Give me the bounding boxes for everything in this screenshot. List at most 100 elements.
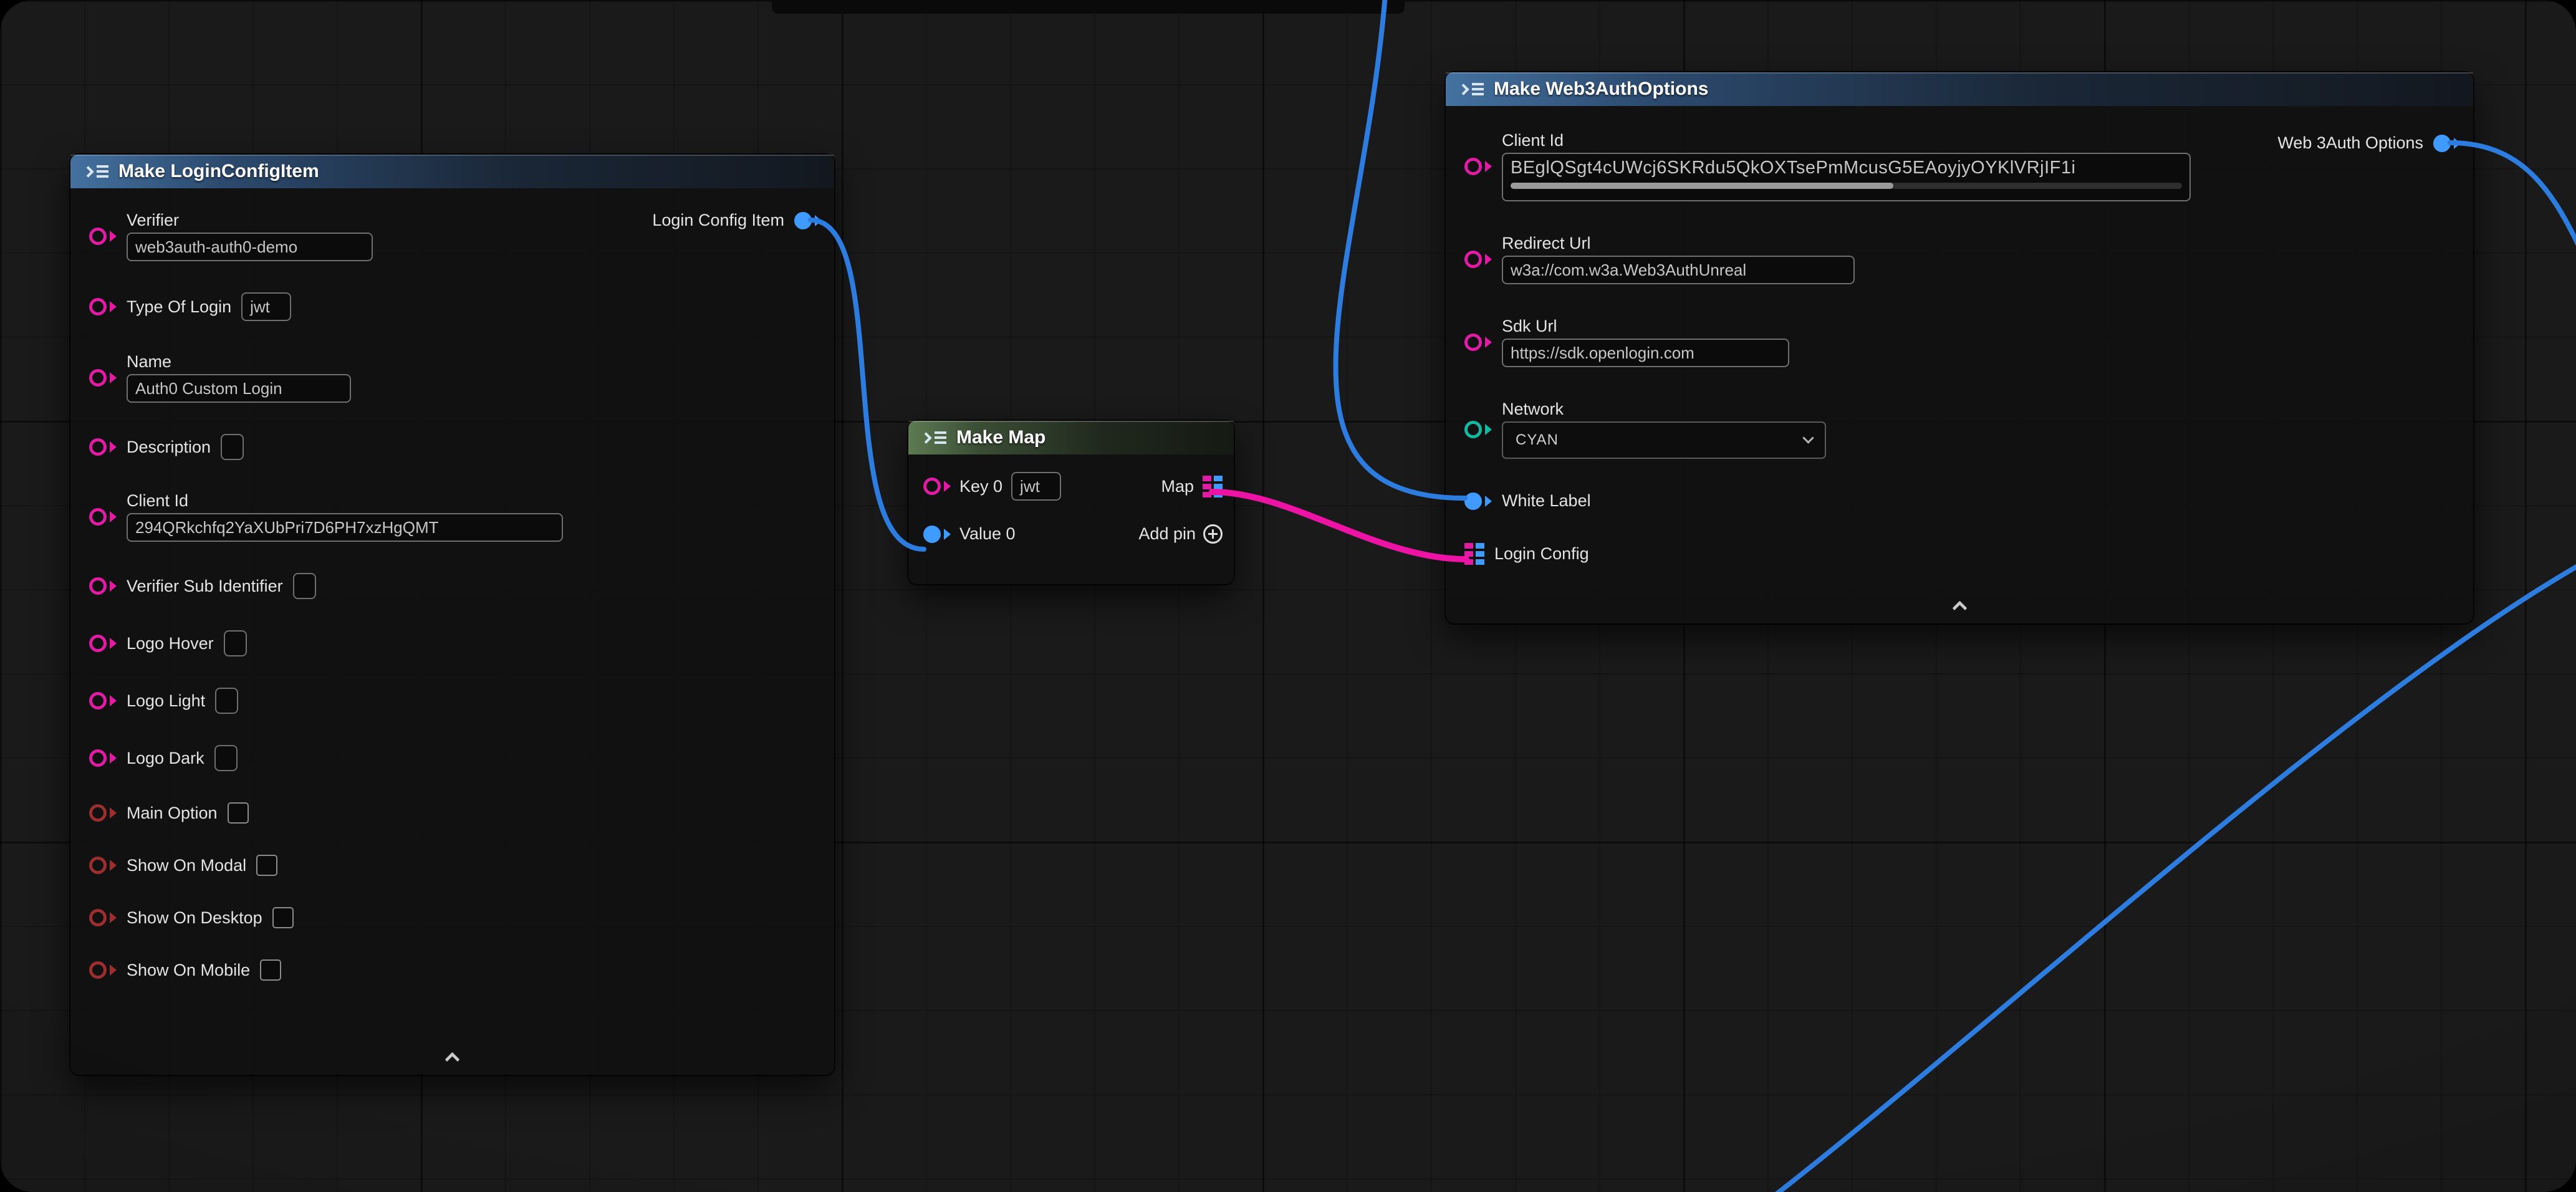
logo-light-input[interactable]: [215, 688, 238, 714]
pin-label: Verifier Sub Identifier: [127, 577, 283, 596]
make-map-icon: [922, 429, 946, 446]
client-id-input[interactable]: BEglQSgt4cUWcj6SKRdu5QkOXTsePmMcusG5EAoy…: [1502, 153, 2191, 201]
node-header[interactable]: Make LoginConfigItem: [70, 155, 834, 188]
type-of-login-input[interactable]: jwt: [241, 292, 291, 321]
pin-label: Name: [127, 352, 351, 372]
pin-label: White Label: [1502, 491, 1591, 511]
sdk-url-input[interactable]: https://sdk.openlogin.com: [1502, 339, 1789, 367]
node-header[interactable]: Make Map: [908, 421, 1234, 454]
pin-row-type-of-login: Type Of Login jwt: [89, 292, 819, 321]
pin-row-verifier-sub-identifier: Verifier Sub Identifier: [89, 573, 819, 599]
add-pin-button[interactable]: Add pin: [1138, 524, 1223, 544]
pin-label: Type Of Login: [127, 297, 231, 317]
string-pin-icon[interactable]: [89, 438, 117, 456]
network-dropdown[interactable]: CYAN: [1502, 421, 1826, 459]
verifier-sub-identifier-input[interactable]: [293, 573, 316, 599]
make-struct-icon: [84, 163, 108, 180]
key0-input[interactable]: jwt: [1011, 472, 1061, 501]
pin-label: Client Id: [1502, 131, 2191, 150]
pin-label: Client Id: [127, 491, 563, 511]
pin-label: Network: [1502, 400, 1826, 419]
pin-label: Logo Light: [127, 691, 205, 711]
logo-hover-input[interactable]: [224, 630, 247, 656]
pin-row-logo-dark: Logo Dark: [89, 745, 819, 771]
pin-row-network: Network CYAN: [1464, 400, 2458, 459]
node-header[interactable]: Make Web3AuthOptions: [1446, 72, 2473, 106]
node-title: Make Map: [956, 427, 1045, 448]
redirect-url-input[interactable]: w3a://com.w3a.Web3AuthUnreal: [1502, 256, 1855, 284]
description-input[interactable]: [221, 434, 244, 460]
pin-label: Description: [127, 438, 211, 457]
network-selected-value: CYAN: [1516, 431, 1559, 449]
string-pin-icon[interactable]: [89, 369, 117, 387]
pin-row-login-config: Login Config: [1464, 543, 2458, 565]
offscreen-node-edge[interactable]: [772, 0, 1405, 14]
wire-map-to-login-config[interactable]: [1212, 492, 1466, 559]
pin-row-key0: Key 0 jwt Map: [923, 472, 1223, 501]
logo-dark-input[interactable]: [214, 745, 238, 771]
blueprint-graph-canvas[interactable]: Make LoginConfigItem Verifier web3auth-a…: [0, 0, 2576, 1192]
pin-row-value0: Value 0 Add pin: [923, 524, 1223, 544]
node-make-map[interactable]: Make Map Key 0 jwt Map Value 0: [908, 421, 1234, 584]
pin-label: Logo Dark: [127, 749, 204, 768]
pin-label: Value 0: [959, 524, 1016, 544]
pin-label: Show On Modal: [127, 856, 246, 875]
string-pin-icon[interactable]: [1464, 158, 1492, 175]
show-on-mobile-checkbox[interactable]: [260, 959, 281, 981]
pin-label: Show On Desktop: [127, 908, 262, 928]
bool-pin-icon[interactable]: [89, 961, 117, 979]
pin-label: Sdk Url: [1502, 317, 1789, 336]
input-scrollbar[interactable]: [1511, 183, 2182, 189]
pin-row-logo-light: Logo Light: [89, 688, 819, 714]
pin-row-white-label: White Label: [1464, 491, 2458, 511]
pin-row-main-option: Main Option: [89, 802, 819, 824]
make-struct-icon: [1459, 80, 1484, 98]
pin-label: Redirect Url: [1502, 234, 1855, 253]
pin-row-name: Name Auth0 Custom Login: [89, 352, 819, 403]
string-pin-icon[interactable]: [89, 508, 117, 526]
pin-label: Key 0: [959, 477, 1002, 496]
show-on-desktop-checkbox[interactable]: [272, 907, 294, 928]
scrollbar-thumb[interactable]: [1511, 183, 1893, 189]
pin-label: Logo Hover: [127, 634, 214, 653]
pin-row-logo-hover: Logo Hover: [89, 630, 819, 656]
bool-pin-icon[interactable]: [89, 857, 117, 874]
verifier-input[interactable]: web3auth-auth0-demo: [127, 233, 373, 261]
pin-label: Main Option: [127, 804, 218, 823]
string-pin-icon[interactable]: [89, 298, 117, 315]
string-pin-icon[interactable]: [89, 635, 117, 652]
string-pin-icon[interactable]: [923, 478, 951, 495]
node-title: Make Web3AuthOptions: [1494, 79, 1708, 100]
output-row-login-config-item: Login Config Item: [652, 211, 822, 230]
pin-row-client-id: Client Id 294QRkchfq2YaXUbPri7D6PH7xzHgQ…: [89, 491, 819, 542]
string-pin-icon[interactable]: [1464, 334, 1492, 351]
wire-bottom-right-diagonal[interactable]: [1774, 565, 2576, 1192]
object-pin-icon[interactable]: [1464, 493, 1492, 510]
string-pin-icon[interactable]: [89, 577, 117, 595]
output-pin-label: Map: [1161, 477, 1194, 496]
pin-row-show-on-desktop: Show On Desktop: [89, 907, 819, 928]
main-option-checkbox[interactable]: [228, 802, 249, 824]
output-pin-label: Login Config Item: [652, 211, 784, 230]
enum-pin-icon[interactable]: [1464, 421, 1492, 438]
add-pin-label: Add pin: [1138, 524, 1196, 544]
string-pin-icon[interactable]: [1464, 251, 1492, 268]
collapse-node-button[interactable]: [1446, 603, 2473, 613]
chevron-up-icon: [445, 1052, 459, 1067]
name-input[interactable]: Auth0 Custom Login: [127, 374, 351, 403]
string-pin-icon[interactable]: [89, 692, 117, 709]
string-pin-icon[interactable]: [89, 749, 117, 767]
pin-row-sdk-url: Sdk Url https://sdk.openlogin.com: [1464, 317, 2458, 367]
client-id-input[interactable]: 294QRkchfq2YaXUbPri7D6PH7xzHgQMT: [127, 513, 563, 542]
pin-label: Login Config: [1494, 544, 1589, 564]
node-make-web3authoptions[interactable]: Make Web3AuthOptions Client Id BEglQSgt4…: [1446, 72, 2473, 623]
object-pin-icon[interactable]: [923, 526, 951, 543]
bool-pin-icon[interactable]: [89, 804, 117, 822]
collapse-node-button[interactable]: [70, 1054, 834, 1065]
chevron-up-icon: [1952, 600, 1967, 615]
pin-row-description: Description: [89, 434, 819, 460]
string-pin-icon[interactable]: [89, 228, 117, 245]
node-make-loginconfigitem[interactable]: Make LoginConfigItem Verifier web3auth-a…: [70, 155, 834, 1075]
show-on-modal-checkbox[interactable]: [256, 855, 277, 876]
bool-pin-icon[interactable]: [89, 909, 117, 926]
